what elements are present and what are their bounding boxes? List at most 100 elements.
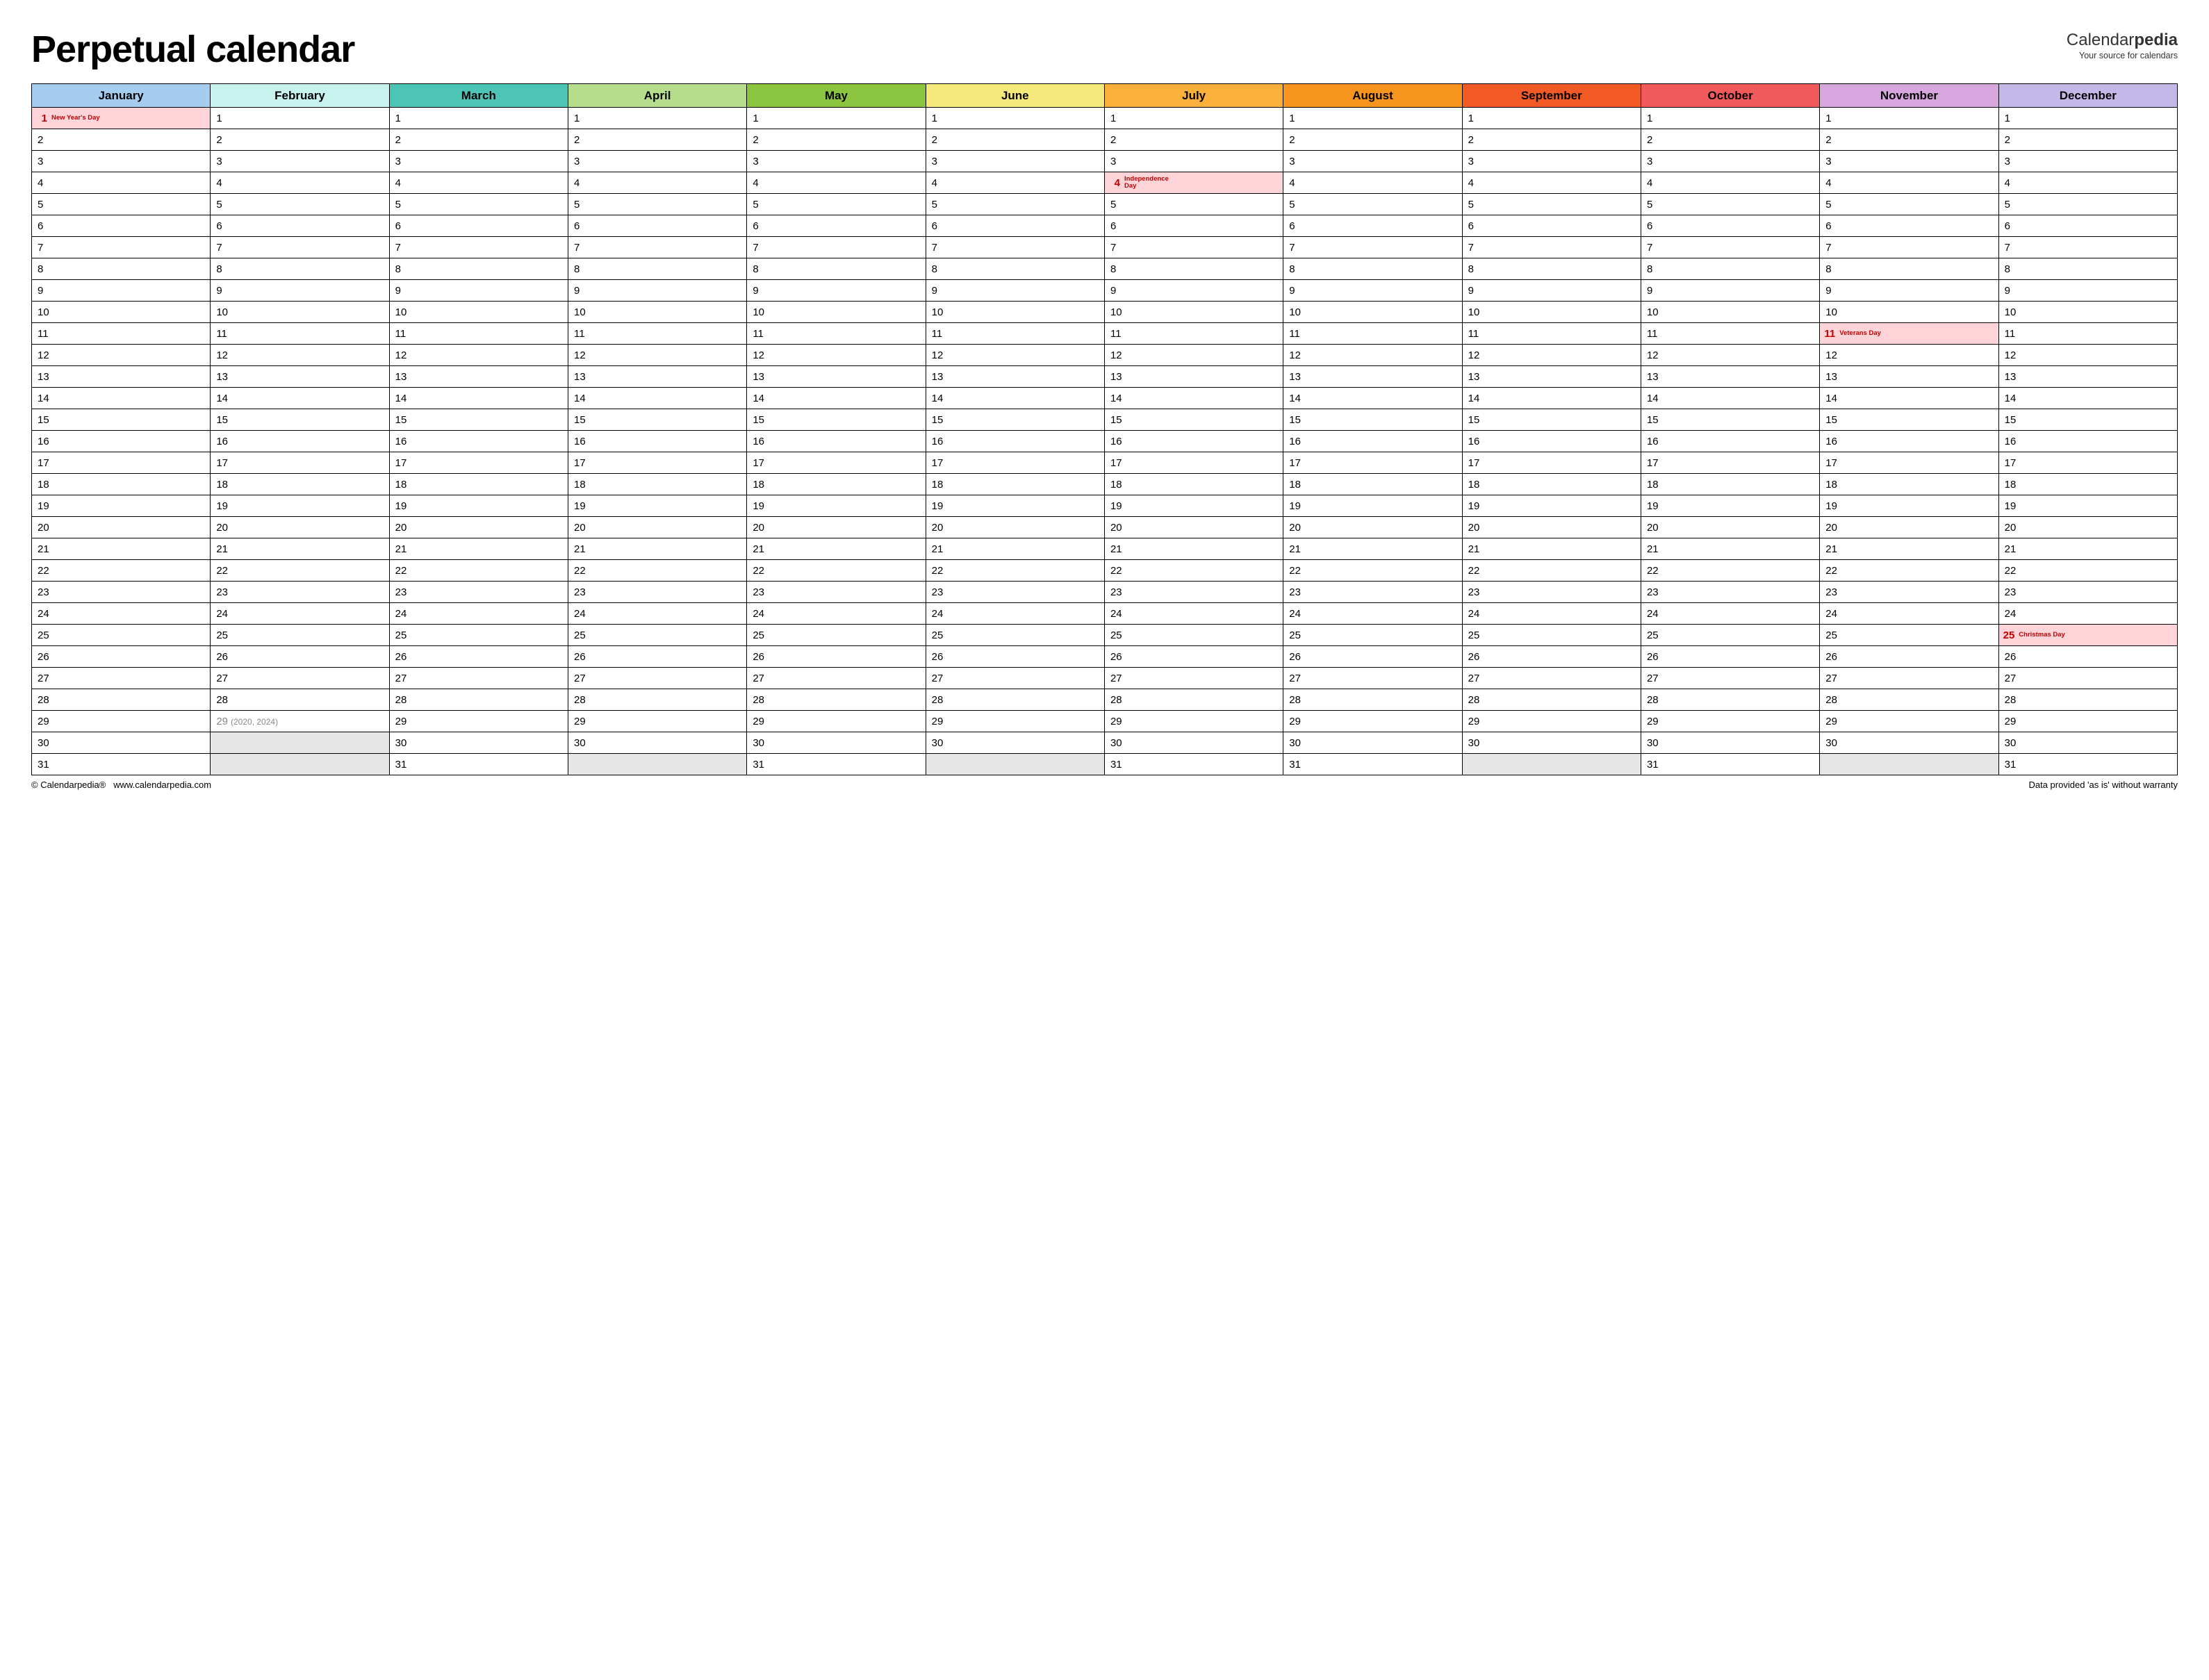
day-cell: 17: [1283, 452, 1462, 474]
day-number: 16: [395, 436, 407, 447]
day-number: 11: [1468, 328, 1479, 340]
day-number: 8: [1825, 263, 1831, 275]
day-number: 29: [574, 716, 586, 727]
holiday-name: Veterans Day: [1839, 330, 1881, 337]
day-cell: 4: [1283, 172, 1462, 194]
day-number: 24: [2005, 608, 2017, 620]
month-header-june: June: [926, 84, 1104, 108]
day-number: 23: [1468, 586, 1480, 598]
day-number: 21: [38, 543, 49, 555]
day-cell: 17: [389, 452, 568, 474]
day-row-12: 121212121212121212121212: [32, 345, 2178, 366]
day-cell: 25: [1820, 625, 1998, 646]
day-number: 29: [1468, 716, 1480, 727]
day-cell: 8: [1820, 258, 1998, 280]
brand-tagline: Your source for calendars: [2067, 51, 2178, 60]
day-number: 3: [1825, 156, 1831, 167]
day-cell: 16: [1820, 431, 1998, 452]
day-cell: 9: [1462, 280, 1641, 302]
day-cell: 1: [747, 108, 926, 129]
day-cell: 6: [1283, 215, 1462, 237]
day-number: 13: [395, 371, 407, 383]
day-number: 4: [1109, 177, 1120, 189]
day-number: 12: [216, 349, 228, 361]
day-cell: 13: [568, 366, 746, 388]
day-number: 12: [38, 349, 49, 361]
day-number: 19: [932, 500, 944, 512]
day-cell: 9: [1998, 280, 2177, 302]
day-cell: 30: [32, 732, 211, 754]
day-number: 15: [216, 414, 228, 426]
day-number: 19: [574, 500, 586, 512]
day-number: 30: [2005, 737, 2017, 749]
day-number: 15: [1825, 414, 1837, 426]
month-header-november: November: [1820, 84, 1998, 108]
day-number: 5: [1289, 199, 1295, 211]
day-row-26: 262626262626262626262626: [32, 646, 2178, 668]
day-cell: 8: [1998, 258, 2177, 280]
day-number: 7: [38, 242, 43, 254]
day-number: 27: [1468, 673, 1480, 684]
day-number: 2: [932, 134, 937, 146]
day-cell: 26: [211, 646, 389, 668]
day-row-23: 232323232323232323232323: [32, 582, 2178, 603]
day-row-22: 222222222222222222222222: [32, 560, 2178, 582]
day-cell: 27: [1641, 668, 1819, 689]
day-cell: 10: [211, 302, 389, 323]
day-row-29: 2929(2020, 2024)29292929292929292929: [32, 711, 2178, 732]
day-number: 29: [1289, 716, 1301, 727]
day-cell: 20: [389, 517, 568, 538]
day-number: 15: [574, 414, 586, 426]
day-cell: 28: [568, 689, 746, 711]
day-number: 10: [932, 306, 944, 318]
day-cell: 8: [1641, 258, 1819, 280]
day-cell: 29: [1641, 711, 1819, 732]
day-cell: 5: [1998, 194, 2177, 215]
day-number: 25: [216, 629, 228, 641]
day-number: 10: [216, 306, 228, 318]
day-number: 6: [2005, 220, 2010, 232]
day-cell: 24: [1462, 603, 1641, 625]
day-number: 14: [1110, 393, 1122, 404]
day-cell: 8: [568, 258, 746, 280]
day-number: 22: [574, 565, 586, 577]
day-cell: 20: [211, 517, 389, 538]
day-number: 13: [1825, 371, 1837, 383]
day-number: 28: [1825, 694, 1837, 706]
day-number: 9: [753, 285, 758, 297]
day-number: 18: [38, 479, 49, 491]
day-cell: 17: [32, 452, 211, 474]
day-number: 26: [1825, 651, 1837, 663]
day-number: 5: [574, 199, 580, 211]
day-cell: 23: [1820, 582, 1998, 603]
day-cell: 29: [1104, 711, 1283, 732]
day-number: 30: [38, 737, 49, 749]
day-cell: 10: [1998, 302, 2177, 323]
day-cell: 18: [1998, 474, 2177, 495]
day-cell: 15: [926, 409, 1104, 431]
day-number: 5: [1110, 199, 1116, 211]
day-cell: 16: [1998, 431, 2177, 452]
day-cell: 15: [32, 409, 211, 431]
day-row-16: 161616161616161616161616: [32, 431, 2178, 452]
day-cell: 14: [568, 388, 746, 409]
day-cell: 29: [389, 711, 568, 732]
day-number: 6: [574, 220, 580, 232]
day-number: 23: [1110, 586, 1122, 598]
day-cell: 26: [1462, 646, 1641, 668]
day-cell: 23: [1641, 582, 1819, 603]
day-number: 4: [574, 177, 580, 189]
day-cell: 20: [1641, 517, 1819, 538]
day-cell: 21: [389, 538, 568, 560]
day-cell: 7: [568, 237, 746, 258]
day-number: 27: [395, 673, 407, 684]
day-cell: 6: [32, 215, 211, 237]
day-cell: 10: [1641, 302, 1819, 323]
day-number: 12: [2005, 349, 2017, 361]
holiday-name: Independence Day: [1124, 176, 1173, 190]
day-number: 13: [932, 371, 944, 383]
day-cell: 5: [1104, 194, 1283, 215]
day-number: 9: [574, 285, 580, 297]
day-number: 24: [932, 608, 944, 620]
day-cell: 2: [926, 129, 1104, 151]
